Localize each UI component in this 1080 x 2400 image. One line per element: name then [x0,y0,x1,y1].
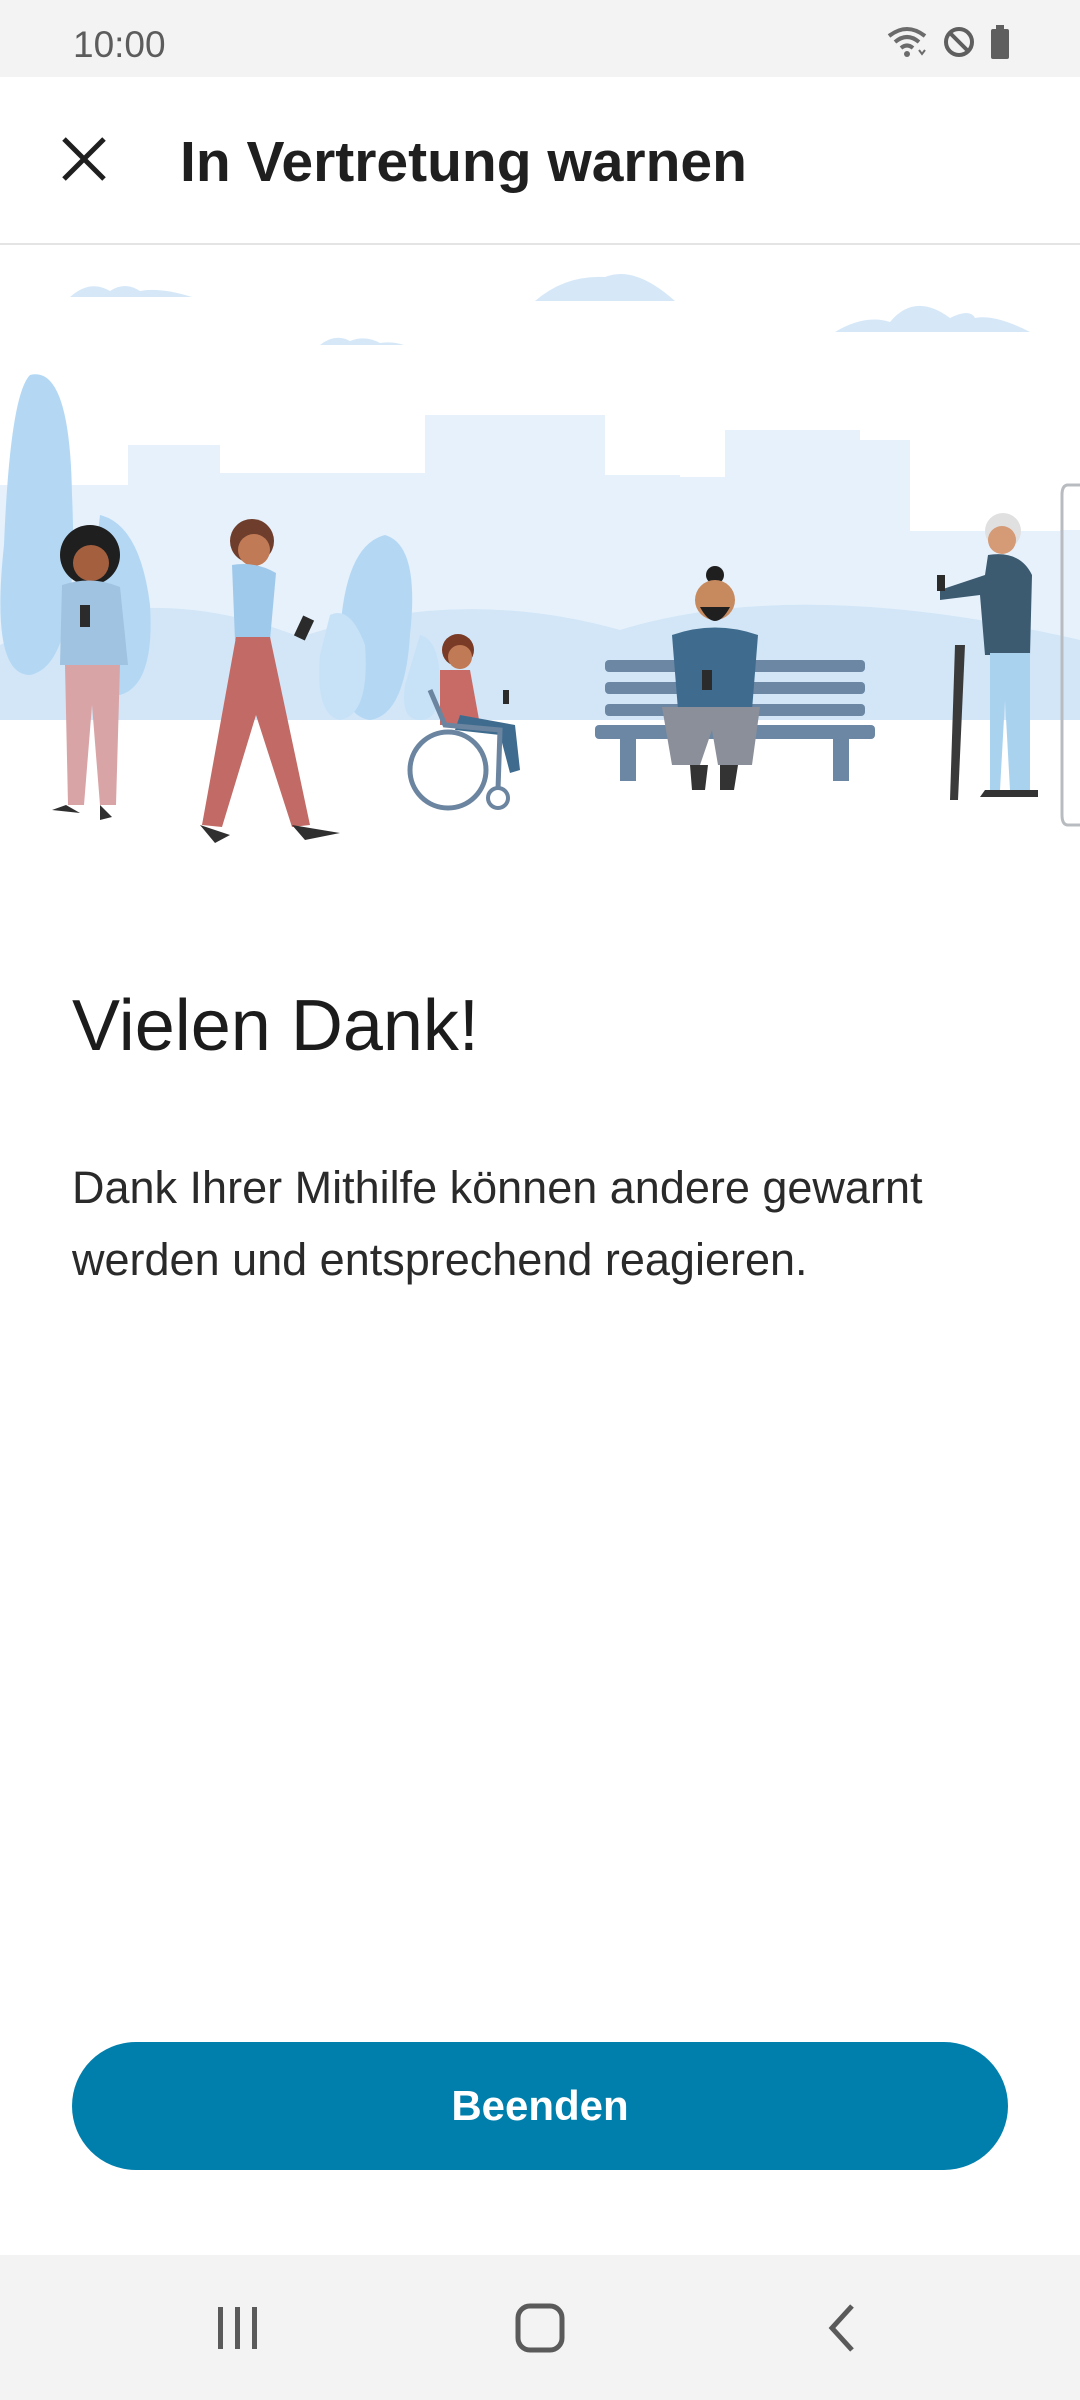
status-time: 10:00 [73,24,166,65]
finish-button[interactable]: Beenden [72,2042,1008,2170]
wifi-icon [886,24,928,65]
status-icons [886,24,1010,64]
battery-icon [990,24,1010,64]
back-button[interactable] [797,2285,887,2375]
people-in-park-illustration [0,245,1080,865]
system-nav-bar [0,2255,1080,2400]
recent-apps-button[interactable] [193,2285,283,2375]
back-icon [824,2302,860,2359]
recent-apps-icon [214,2305,262,2356]
headline: Vielen Dank! [72,986,479,1066]
close-button[interactable] [42,119,126,203]
close-icon [60,135,108,188]
home-icon [514,2302,566,2359]
app-bar: In Vertretung warnen [0,77,1080,245]
description-text: Dank Ihrer Mithilfe können andere gewarn… [72,1162,923,1285]
status-bar: 10:00 [0,0,1080,77]
home-button[interactable] [495,2285,585,2375]
page-title: In Vertretung warnen [180,130,747,194]
do-not-disturb-icon [942,25,976,64]
